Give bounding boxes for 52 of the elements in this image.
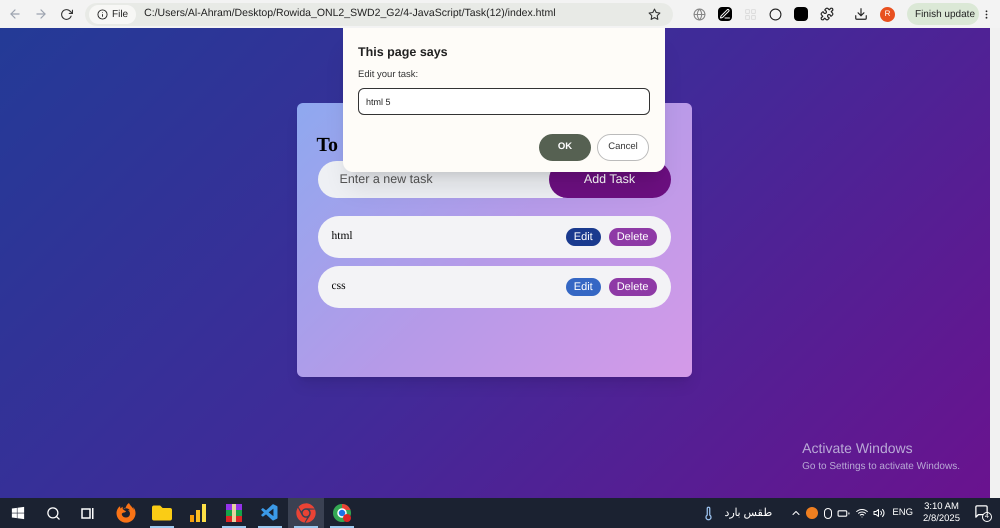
edit-button[interactable]: Edit xyxy=(566,228,601,246)
profile-avatar[interactable]: R xyxy=(880,6,895,22)
folder-icon xyxy=(152,503,172,523)
site-info-chip[interactable]: File xyxy=(89,4,136,24)
edit-button[interactable]: Edit xyxy=(566,278,601,296)
activation-title: Activate Windows xyxy=(802,439,914,458)
reload-icon[interactable] xyxy=(60,8,73,20)
clock-date[interactable]: 2/8/2025 xyxy=(923,513,960,525)
running-indicator xyxy=(258,526,282,528)
chrome-icon xyxy=(296,503,316,523)
scrollbar[interactable] xyxy=(990,28,1000,498)
task-text: html xyxy=(332,229,354,244)
app-tray-icon[interactable] xyxy=(806,507,818,519)
delete-button[interactable]: Delete xyxy=(608,278,656,296)
dialog-message: Edit your task: xyxy=(358,68,418,82)
firefox-icon xyxy=(116,503,136,523)
address-bar[interactable]: File C:/Users/Al-Ahram/Desktop/Rowida_ONL2_SWD2_G2/4-JavaScript/Task(12)/index.html xyxy=(85,2,673,26)
ok-button[interactable]: OK xyxy=(539,134,591,161)
code-editor-icon xyxy=(260,503,280,523)
search-icon[interactable] xyxy=(46,506,61,520)
activation-message: Go to Settings to activate Windows. xyxy=(802,460,960,474)
start-icon[interactable] xyxy=(11,506,25,520)
url-text: C:/Users/Al-Ahram/Desktop/Rowida_ONL2_SWD2_G2/4-JavaScript/Task(12)/index.html xyxy=(144,6,557,22)
cancel-button[interactable]: Cancel xyxy=(597,134,649,161)
info-icon xyxy=(97,8,108,20)
weather-text[interactable]: طقس بارد xyxy=(724,504,772,522)
bookmark-star-icon[interactable] xyxy=(648,8,661,20)
volume-icon[interactable] xyxy=(873,507,886,519)
scheme-label: File xyxy=(112,8,128,22)
app-title: To xyxy=(316,133,338,158)
download-icon[interactable] xyxy=(854,7,868,21)
extensions-icon[interactable] xyxy=(820,7,834,21)
pen-icon[interactable] xyxy=(718,7,732,21)
running-indicator xyxy=(150,526,174,528)
running-indicator xyxy=(222,526,246,528)
running-indicator xyxy=(330,526,354,528)
globe-icon[interactable] xyxy=(692,8,706,20)
finish-update-button[interactable]: Finish update xyxy=(906,3,980,25)
dialog-input[interactable]: html 5 xyxy=(358,88,650,115)
language-indicator[interactable]: ENG xyxy=(892,506,914,520)
task-text: css xyxy=(332,279,347,294)
dialog-title: This page says xyxy=(358,44,448,61)
record-icon[interactable] xyxy=(768,8,782,20)
clock-time[interactable]: 3:10 AM xyxy=(924,501,959,513)
chrome-profile-icon xyxy=(332,503,352,523)
delete-button[interactable]: Delete xyxy=(608,228,656,246)
task-view-icon[interactable] xyxy=(81,506,94,520)
running-indicator xyxy=(294,526,318,528)
taskbar-app[interactable] xyxy=(288,498,324,528)
bar-chart-icon xyxy=(189,503,207,523)
archive-icon xyxy=(224,503,244,523)
notifications-icon[interactable] xyxy=(974,504,989,519)
